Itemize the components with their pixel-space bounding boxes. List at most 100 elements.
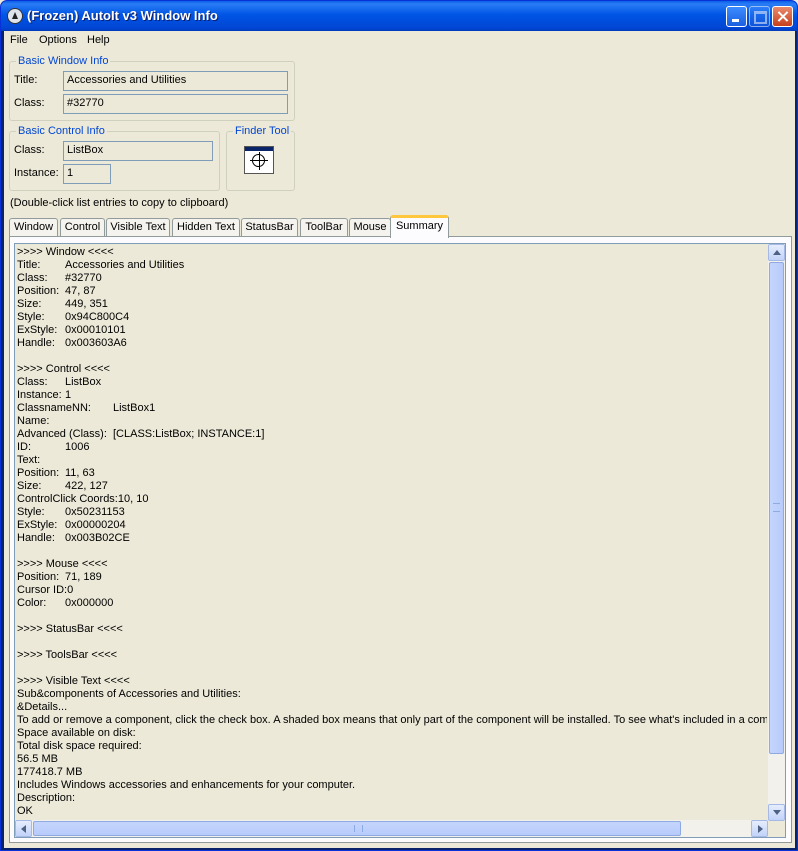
menu-help[interactable]: Help: [87, 34, 110, 46]
summary-line[interactable]: [17, 545, 767, 558]
summary-line[interactable]: >>>> StatusBar <<<<: [17, 623, 767, 636]
scroll-left-icon[interactable]: [15, 820, 32, 837]
summary-key: Class:: [17, 376, 48, 388]
summary-listbox[interactable]: >>>> Window <<<< Title: Accessories and Ut…: [14, 243, 786, 838]
summary-line[interactable]: OK: [17, 805, 767, 818]
summary-line[interactable]: 56.5 MB: [17, 753, 767, 766]
summary-line[interactable]: Includes Windows accessories and enhance…: [17, 779, 767, 792]
horizontal-scroll-thumb[interactable]: [33, 821, 681, 836]
control-class-field[interactable]: ListBox: [63, 141, 213, 161]
tab-window[interactable]: Window: [9, 218, 58, 237]
summary-lines: >>>> Window <<<< Title: Accessories and Ut…: [17, 246, 767, 821]
summary-key: Handle:: [17, 337, 55, 349]
menu-bar: File Options Help: [4, 31, 795, 50]
autoit-app-icon[interactable]: [7, 8, 23, 24]
summary-line[interactable]: ClassnameNN: ListBox1: [17, 402, 767, 415]
tab-toolbar[interactable]: ToolBar: [300, 218, 348, 237]
tab-visible-text[interactable]: Visible Text: [106, 218, 170, 237]
summary-value: 0x94C800C4: [65, 311, 130, 323]
summary-line[interactable]: Class: #32770: [17, 272, 767, 285]
summary-line[interactable]: Total disk space required:: [17, 740, 767, 753]
summary-value: Accessories and Utilities: [65, 259, 185, 271]
summary-line[interactable]: Style: 0x50231153: [17, 506, 767, 519]
tab-hidden-text[interactable]: Hidden Text: [172, 218, 240, 237]
menu-options[interactable]: Options: [39, 34, 77, 46]
summary-key: Class:: [17, 272, 48, 284]
summary-line[interactable]: Size: 449, 351: [17, 298, 767, 311]
summary-line[interactable]: Size: 422, 127: [17, 480, 767, 493]
summary-line[interactable]: Handle: 0x003603A6: [17, 337, 767, 350]
summary-line[interactable]: >>>> ToolsBar <<<<: [17, 649, 767, 662]
summary-line[interactable]: Description:: [17, 792, 767, 805]
summary-value: 0: [67, 584, 74, 596]
vertical-scroll-thumb[interactable]: [769, 262, 784, 754]
client-area: File Options Help Basic Window Info Titl…: [4, 31, 795, 848]
summary-key: Color:: [17, 597, 47, 609]
tab-control[interactable]: Control: [60, 218, 105, 237]
basic-control-info-group: Basic Control Info Class: ListBox Instan…: [9, 125, 220, 191]
summary-line[interactable]: &Details...: [17, 701, 767, 714]
summary-line[interactable]: Position: 11, 63: [17, 467, 767, 480]
tab-summary[interactable]: Summary: [390, 215, 449, 238]
tab-statusbar[interactable]: StatusBar: [241, 218, 298, 237]
summary-line[interactable]: [17, 662, 767, 675]
summary-line[interactable]: 177418.7 MB: [17, 766, 767, 779]
summary-line[interactable]: Handle: 0x003B02CE: [17, 532, 767, 545]
vertical-scrollbar[interactable]: [768, 244, 785, 821]
title-bar[interactable]: (Frozen) AutoIt v3 Window Info: [1, 1, 797, 31]
summary-value: [CLASS:ListBox; INSTANCE:1]: [113, 428, 265, 440]
summary-line[interactable]: Style: 0x94C800C4: [17, 311, 767, 324]
summary-line[interactable]: Text:: [17, 454, 767, 467]
tab-mouse[interactable]: Mouse: [349, 218, 391, 237]
summary-line[interactable]: Title: Accessories and Utilities: [17, 259, 767, 272]
summary-line[interactable]: >>>> Window <<<<: [17, 246, 767, 259]
scroll-down-icon[interactable]: [768, 804, 785, 821]
summary-value: ListBox1: [113, 402, 156, 414]
summary-key: Position:: [17, 571, 60, 583]
summary-line[interactable]: Color: 0x000000: [17, 597, 767, 610]
summary-value: #32770: [65, 272, 102, 284]
summary-key: Position:: [17, 467, 60, 479]
summary-value: 0x003603A6: [65, 337, 127, 349]
summary-line[interactable]: Class: ListBox: [17, 376, 767, 389]
summary-line[interactable]: Instance: 1: [17, 389, 767, 402]
summary-line[interactable]: ExStyle: 0x00010101: [17, 324, 767, 337]
summary-line[interactable]: To add or remove a component, click the …: [17, 714, 767, 727]
summary-key: ControlClick Coords:: [17, 493, 118, 505]
window-title-field[interactable]: Accessories and Utilities: [63, 71, 288, 91]
scroll-right-icon[interactable]: [751, 820, 768, 837]
horizontal-scrollbar[interactable]: [15, 820, 768, 837]
maximize-button[interactable]: [749, 6, 770, 27]
menu-file[interactable]: File: [10, 34, 28, 46]
summary-line[interactable]: >>>> Visible Text <<<<: [17, 675, 767, 688]
scroll-up-icon[interactable]: [768, 244, 785, 261]
summary-line[interactable]: >>>> Control <<<<: [17, 363, 767, 376]
summary-value: 449, 351: [65, 298, 108, 310]
minimize-button[interactable]: [726, 6, 747, 27]
summary-key: Handle:: [17, 532, 55, 544]
summary-line[interactable]: Sub&components of Accessories and Utilit…: [17, 688, 767, 701]
summary-line[interactable]: Name:: [17, 415, 767, 428]
summary-value: 0x00000204: [65, 519, 126, 531]
summary-line[interactable]: [17, 636, 767, 649]
crosshair-icon[interactable]: [244, 146, 274, 174]
summary-key: Cursor ID:: [17, 584, 68, 596]
summary-line[interactable]: Space available on disk:: [17, 727, 767, 740]
close-button[interactable]: [772, 6, 793, 27]
summary-line[interactable]: Cursor ID:0: [17, 584, 767, 597]
summary-line[interactable]: ControlClick Coords:10, 10: [17, 493, 767, 506]
summary-line[interactable]: Advanced (Class): [CLASS:ListBox; INSTANC…: [17, 428, 767, 441]
summary-line[interactable]: [17, 610, 767, 623]
control-class-label: Class:: [14, 144, 45, 156]
summary-line[interactable]: Position: 47, 87: [17, 285, 767, 298]
summary-line[interactable]: [17, 350, 767, 363]
summary-line[interactable]: Position: 71, 189: [17, 571, 767, 584]
summary-line[interactable]: ID: 1006: [17, 441, 767, 454]
summary-value: 0x00010101: [65, 324, 126, 336]
summary-line[interactable]: >>>> Mouse <<<<: [17, 558, 767, 571]
summary-key: Style:: [17, 506, 45, 518]
summary-line[interactable]: ExStyle: 0x00000204: [17, 519, 767, 532]
window-class-field[interactable]: #32770: [63, 94, 288, 114]
control-instance-field[interactable]: 1: [63, 164, 111, 184]
summary-key: ExStyle:: [17, 519, 58, 531]
